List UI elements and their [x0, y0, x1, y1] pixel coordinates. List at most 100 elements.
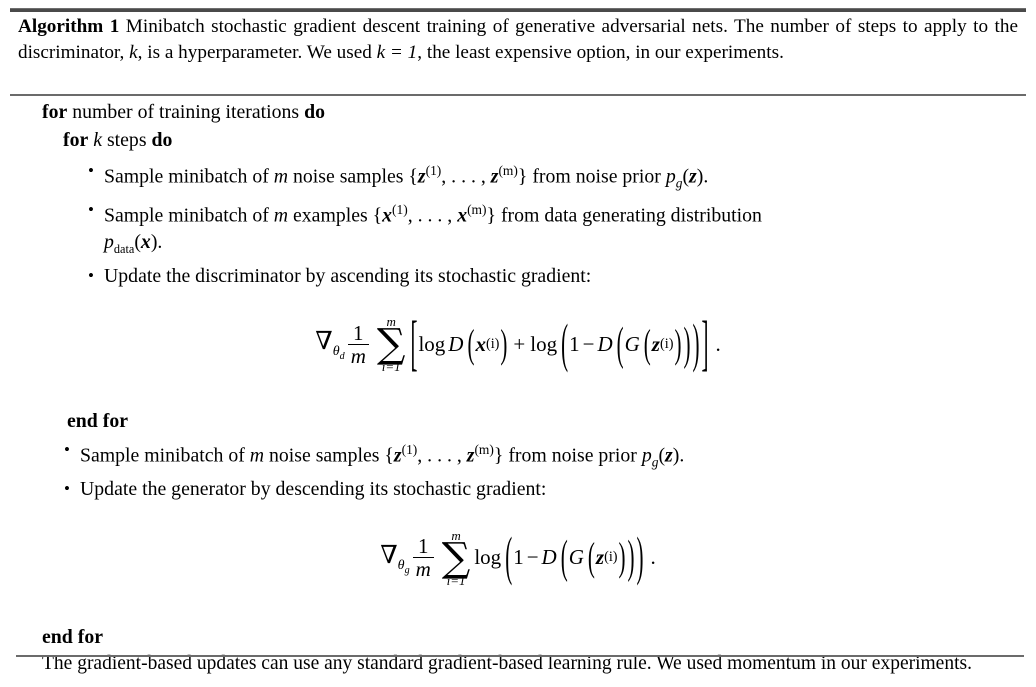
period: . — [679, 444, 685, 467]
plus-operator: + — [513, 331, 526, 356]
caption-k-equals-one: k = 1 — [376, 41, 418, 63]
for-inner-line: for k steps do — [63, 126, 1036, 154]
constant-one: 1 — [513, 545, 524, 570]
brace-open: { — [372, 204, 383, 227]
for-inner-variable: k — [93, 129, 102, 151]
equation-discriminator-gradient: ∇θd 1 m m ∑ i=1 [ log D (x (i)) + log (1− D… — [0, 308, 1036, 387]
for-outer-line: for number of training iterations do — [42, 98, 1036, 126]
nabla-glyph: ∇ — [380, 541, 398, 569]
bullet-icon: • — [64, 440, 70, 460]
denominator: m — [347, 343, 369, 367]
paren-open-1: ( — [467, 320, 475, 367]
seg-suffix: from noise prior — [527, 165, 666, 188]
paren-open: ( — [134, 231, 141, 254]
sample-noise-g-text: Sample minibatch of m noise samples {z(1… — [80, 437, 1012, 476]
for-inner-text: steps — [106, 129, 147, 151]
log-operator-1: log — [418, 331, 446, 356]
list-item: • Sample minibatch of m examples {x(1), … — [88, 197, 1012, 263]
fraction-one-over-m: 1 m — [347, 320, 369, 367]
symbol-D-1: D — [448, 331, 464, 356]
brace-open: { — [384, 444, 394, 467]
algorithm-float: Algorithm 1 Minibatch stochastic gradien… — [0, 0, 1036, 687]
symbol-x: x — [475, 331, 486, 356]
symbol-z1: z — [417, 165, 426, 188]
caption-text-part-2: , is a hyperparameter. We used — [137, 41, 377, 63]
seg-prefix: Sample minibatch of — [80, 444, 250, 467]
equation-generator-gradient: ∇θg 1 m m ∑ i=1 log (1− D(G(z (i)))) . — [0, 525, 1036, 601]
paren-open-2: ( — [561, 312, 569, 374]
keyword-for: for — [42, 101, 68, 123]
ellipsis: , . . . , — [407, 204, 458, 227]
sup-m: (m) — [467, 202, 487, 218]
bullet-icon: • — [88, 161, 94, 180]
end-for-inner: end for — [67, 407, 1036, 435]
caption-k-symbol: k — [129, 41, 138, 63]
log-operator: log — [474, 545, 502, 570]
symbol-xm: x — [457, 204, 468, 227]
seg-suffix: from noise prior — [503, 444, 642, 467]
sigma-glyph: ∑ — [441, 534, 471, 581]
theta-index-g: g — [404, 564, 410, 576]
symbol-G: G — [624, 331, 640, 356]
constant-one: 1 — [569, 331, 580, 356]
sigma-glyph: ∑ — [376, 321, 406, 368]
algorithm-caption: Algorithm 1 Minibatch stochastic gradien… — [18, 14, 1018, 65]
rule-top — [10, 8, 1026, 12]
end-for-inner-label: end for — [67, 410, 128, 433]
brace-close: } — [486, 204, 497, 227]
sample-data-x-text: Sample minibatch of m examples {x(1), . … — [104, 197, 1012, 263]
nabla-operator: ∇θg — [380, 540, 409, 576]
paren-open-3: ( — [587, 534, 595, 580]
paren-open-1: ( — [505, 525, 513, 588]
keyword-do: do — [304, 101, 325, 123]
nabla-glyph: ∇ — [315, 328, 333, 356]
sup-m: (m) — [498, 163, 518, 178]
update-generator-text: Update the generator by descending its s… — [80, 478, 547, 501]
nabla-subscript: θd — [332, 344, 345, 362]
sup-1: (1) — [392, 202, 408, 218]
numerator: 1 — [353, 320, 364, 345]
brace-close: } — [517, 165, 528, 188]
bullet-icon: • — [88, 200, 94, 220]
brace-open: { — [408, 165, 418, 188]
seg-mid: examples — [288, 204, 373, 227]
symbol-x1: x — [382, 204, 393, 227]
bullet-icon: • — [88, 265, 94, 285]
log-operator-2: log — [530, 331, 558, 356]
bullet-icon: • — [64, 479, 70, 499]
theta-symbol: θ — [397, 557, 405, 573]
update-discriminator-text: Update the discriminator by ascending it… — [104, 264, 592, 287]
symbol-z1: z — [393, 444, 402, 467]
keyword-for-inner: for — [63, 129, 89, 151]
ellipsis: , . . . , — [441, 165, 491, 188]
nabla-operator: ∇θd — [315, 326, 344, 362]
period: . — [703, 165, 709, 188]
paren-close-2: ) — [692, 312, 700, 374]
list-item: • Sample minibatch of m noise samples {z… — [88, 158, 1012, 197]
algorithm-label: Algorithm 1 — [18, 16, 120, 37]
denominator: m — [412, 557, 434, 581]
symbol-p: p — [665, 165, 676, 188]
equation-period: . — [715, 331, 721, 356]
list-item: • Update the generator by descending its… — [64, 476, 1012, 503]
sup-i-x: (i) — [485, 335, 500, 352]
paren-open-2: ( — [560, 530, 568, 584]
theta-symbol: θ — [332, 344, 340, 360]
sum-lower-limit: i=1 — [381, 359, 401, 375]
equation-row: ∇θg 1 m m ∑ i=1 log (1− D(G(z (i)))) . — [380, 525, 656, 589]
paren-close-4: ) — [674, 320, 682, 367]
algorithm-body: for number of training iterations do for… — [0, 98, 1036, 677]
numerator: 1 — [417, 534, 429, 559]
symbol-p: p — [104, 231, 114, 254]
sup-i-z: (i) — [604, 549, 618, 566]
list-item: • Sample minibatch of m noise samples {z… — [64, 437, 1012, 476]
symbol-z-arg: z — [665, 444, 673, 467]
sum-lower-limit: i=1 — [446, 573, 466, 589]
sample-noise-d-text: Sample minibatch of m noise samples {z(1… — [104, 158, 1012, 197]
sub-data: data — [113, 242, 135, 257]
rule-bottom — [16, 655, 1024, 657]
ellipsis: , . . . , — [417, 444, 467, 467]
seg-mid: noise samples — [288, 165, 409, 188]
paren-open-3: ( — [616, 316, 624, 370]
paren-close-3: ) — [683, 316, 691, 370]
